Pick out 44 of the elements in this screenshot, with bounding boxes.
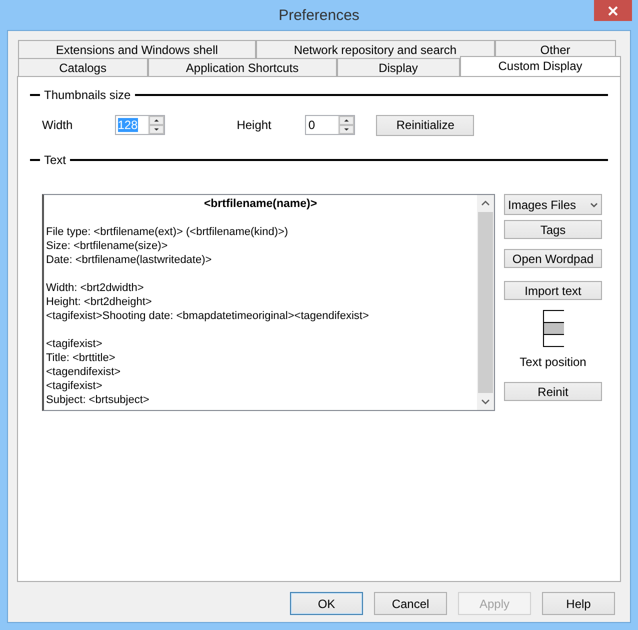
spin-up-icon[interactable] bbox=[148, 116, 164, 125]
editor-line: <tagifexist>Shooting date: <bmapdatetimeoriginal><tagendifexist> bbox=[46, 309, 370, 323]
spin-down-icon[interactable] bbox=[339, 125, 354, 134]
chevron-down-icon bbox=[590, 202, 598, 208]
editor-line: Subject: <brtsubject> bbox=[46, 393, 150, 407]
dialog-button[interactable]: Help bbox=[542, 592, 615, 615]
editor-line: Date: <brtfilename(lastwritedate)> bbox=[46, 253, 213, 267]
side-button[interactable]: Import text bbox=[504, 281, 602, 300]
close-icon bbox=[608, 6, 618, 16]
vertical-scrollbar[interactable] bbox=[477, 195, 494, 410]
spin-up-icon[interactable] bbox=[339, 116, 354, 125]
editor-line: <tagifexist> bbox=[46, 379, 104, 393]
editor-line: <tagendifexist> bbox=[46, 365, 122, 379]
reinitialize-button[interactable]: Reinitialize bbox=[376, 114, 474, 136]
text-position-selector[interactable] bbox=[542, 310, 564, 347]
tab[interactable]: Application Shortcuts bbox=[148, 58, 337, 76]
height-spinbox[interactable]: 0 bbox=[305, 115, 356, 135]
field-label: Width bbox=[42, 118, 73, 132]
field-label: Height bbox=[236, 118, 272, 132]
editor-line: Width: <brt2dwidth> bbox=[46, 281, 145, 295]
close-button[interactable] bbox=[594, 0, 632, 21]
editor-line: File type: <brtfilename(ext)> (<brtfilename(kind)>) bbox=[46, 225, 290, 239]
side-button[interactable]: Tags bbox=[504, 220, 602, 239]
text-position-label: Text position bbox=[518, 355, 588, 369]
tab[interactable]: Catalogs bbox=[18, 58, 148, 76]
section-title: Thumbnails size bbox=[44, 88, 131, 102]
editor-heading-line: <brtfilename(name)> bbox=[202, 197, 318, 211]
editor-line: Title: <brttitle> bbox=[46, 351, 116, 365]
section-title: Text bbox=[44, 153, 66, 167]
spin-down-icon[interactable] bbox=[148, 125, 164, 134]
editor-line: Size: <brtfilename(size)> bbox=[46, 239, 169, 253]
template-text-area[interactable] bbox=[42, 194, 495, 411]
dialog-button[interactable]: OK bbox=[290, 592, 363, 615]
window-title: Preferences bbox=[278, 6, 360, 24]
file-type-dropdown[interactable]: Images Files bbox=[504, 194, 602, 215]
dialog-button[interactable]: Cancel bbox=[374, 592, 447, 615]
side-button[interactable]: Open Wordpad bbox=[504, 249, 602, 268]
tab[interactable]: Network repository and search bbox=[256, 40, 495, 58]
editor-line: Height: <brt2dheight> bbox=[46, 295, 153, 309]
editor-line: <tagifexist> bbox=[46, 337, 104, 351]
tab[interactable]: Extensions and Windows shell bbox=[18, 40, 256, 58]
tab[interactable]: Custom Display bbox=[460, 56, 621, 76]
reinit-button[interactable]: Reinit bbox=[504, 382, 602, 401]
tab[interactable]: Display bbox=[336, 58, 460, 76]
